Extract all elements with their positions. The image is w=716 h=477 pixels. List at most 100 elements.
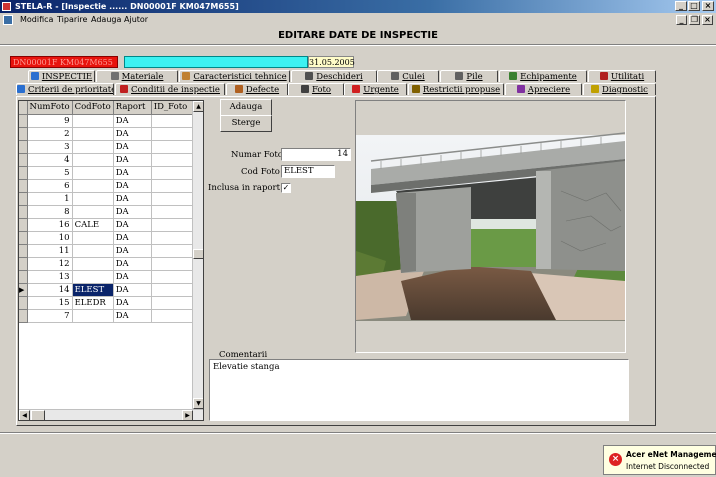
cod-foto-field[interactable]: ELEST: [281, 165, 335, 178]
cell-num[interactable]: 12: [27, 257, 73, 271]
row-indicator[interactable]: [19, 179, 28, 193]
row-indicator[interactable]: [19, 205, 28, 219]
column-header-numfoto[interactable]: NumFoto: [27, 101, 73, 115]
table-row[interactable]: 5DA3: [19, 166, 202, 180]
table-row[interactable]: 9DA3: [19, 114, 202, 128]
document-icon[interactable]: [3, 15, 13, 25]
cell-cod[interactable]: [72, 166, 114, 180]
table-row[interactable]: 10DA3: [19, 231, 202, 245]
cell-cod[interactable]: [72, 192, 114, 206]
cell-num[interactable]: 2: [27, 127, 73, 141]
grid-horizontal-scrollbar[interactable]: ◀ ▶: [19, 409, 203, 420]
cell-raport[interactable]: DA: [113, 218, 152, 232]
cell-cod[interactable]: ELEST: [72, 283, 114, 297]
inclusa-in-raport-checkbox[interactable]: ✓: [281, 183, 291, 193]
cell-cod[interactable]: [72, 114, 114, 128]
row-indicator[interactable]: [19, 309, 28, 323]
row-indicator[interactable]: [19, 192, 28, 206]
cell-raport[interactable]: DA: [113, 166, 152, 180]
scroll-up-icon[interactable]: ▲: [193, 101, 203, 112]
cell-raport[interactable]: DA: [113, 257, 152, 271]
table-row[interactable]: 1DA3: [19, 192, 202, 206]
cell-num[interactable]: 8: [27, 205, 73, 219]
table-row[interactable]: 11DA4: [19, 244, 202, 258]
cell-raport[interactable]: DA: [113, 179, 152, 193]
cell-cod[interactable]: [72, 153, 114, 167]
table-row[interactable]: 13DA4: [19, 270, 202, 284]
child-close-button[interactable]: ×: [702, 15, 713, 25]
row-indicator[interactable]: [19, 114, 28, 128]
close-button[interactable]: ×: [702, 1, 714, 11]
tab-inspectie[interactable]: INSPECTIE: [28, 70, 95, 82]
table-row[interactable]: 2DA3: [19, 127, 202, 141]
table-row[interactable]: 8DA3: [19, 205, 202, 219]
table-row[interactable]: 4DA3: [19, 153, 202, 167]
table-row[interactable]: 7DA3: [19, 309, 202, 323]
cell-raport[interactable]: DA: [113, 205, 152, 219]
tab-echipamente[interactable]: Echipamente: [499, 70, 587, 82]
cell-raport[interactable]: DA: [113, 270, 152, 284]
row-indicator[interactable]: [19, 257, 28, 271]
photo-grid[interactable]: NumFoto CodFoto Raport ID_Foto 9DA32DA33…: [18, 100, 204, 421]
row-indicator[interactable]: [19, 231, 28, 245]
comments-textarea[interactable]: Elevatie stanga: [209, 359, 629, 421]
row-indicator[interactable]: [19, 166, 28, 180]
cell-num[interactable]: 11: [27, 244, 73, 258]
cell-cod[interactable]: [72, 205, 114, 219]
tab-urgente[interactable]: Urgente: [344, 83, 407, 95]
table-row[interactable]: 15ELEDRDA4: [19, 296, 202, 310]
tab-apreciere[interactable]: Apreciere: [505, 83, 582, 95]
cell-num[interactable]: 4: [27, 153, 73, 167]
cell-cod[interactable]: [72, 244, 114, 258]
cell-cod[interactable]: ELEDR: [72, 296, 114, 310]
cell-num[interactable]: 15: [27, 296, 73, 310]
row-indicator[interactable]: [19, 153, 28, 167]
cell-cod[interactable]: [72, 140, 114, 154]
tab-deschideri[interactable]: Deschideri: [291, 70, 377, 82]
tab-conditii-de-inspectie[interactable]: Conditii de inspectie: [115, 83, 225, 95]
notification-toast[interactable]: × Acer eNet Managemen Internet Disconnec…: [603, 445, 716, 475]
cell-cod[interactable]: [72, 179, 114, 193]
column-header-raport[interactable]: Raport: [113, 101, 152, 115]
cell-raport[interactable]: DA: [113, 309, 152, 323]
menu-adauga[interactable]: Adauga: [91, 13, 121, 27]
scroll-thumb[interactable]: [193, 249, 203, 259]
tab-criterii-de-prioritate[interactable]: Criterii de prioritate: [16, 83, 114, 95]
tab-utilitati[interactable]: Utilitati: [588, 70, 656, 82]
child-minimize-button[interactable]: _: [676, 15, 687, 25]
cell-num[interactable]: 7: [27, 309, 73, 323]
cell-raport[interactable]: DA: [113, 231, 152, 245]
tab-materiale[interactable]: Materiale: [96, 70, 178, 82]
cell-num[interactable]: 13: [27, 270, 73, 284]
child-restore-button[interactable]: ❐: [689, 15, 700, 25]
cell-raport[interactable]: DA: [113, 127, 152, 141]
cell-cod[interactable]: CALE: [72, 218, 114, 232]
row-indicator[interactable]: ▶: [19, 283, 28, 297]
grid-vertical-scrollbar[interactable]: ▲ ▼: [192, 101, 203, 409]
cell-cod[interactable]: [72, 257, 114, 271]
cell-num[interactable]: 16: [27, 218, 73, 232]
cell-cod[interactable]: [72, 231, 114, 245]
cell-num[interactable]: 5: [27, 166, 73, 180]
cell-num[interactable]: 10: [27, 231, 73, 245]
menu-modifica[interactable]: Modifica: [20, 13, 53, 27]
cell-num[interactable]: 9: [27, 114, 73, 128]
cell-raport[interactable]: DA: [113, 283, 152, 297]
table-row[interactable]: ▶14ELESTDA4: [19, 283, 202, 297]
numar-foto-field[interactable]: 14: [281, 148, 351, 161]
cell-raport[interactable]: DA: [113, 296, 152, 310]
cell-cod[interactable]: [72, 127, 114, 141]
column-header-codfoto[interactable]: CodFoto: [72, 101, 114, 115]
row-indicator[interactable]: [19, 218, 28, 232]
table-row[interactable]: 3DA3: [19, 140, 202, 154]
tab-restrictii-propuse[interactable]: Restrictii propuse: [408, 83, 504, 95]
tab-foto[interactable]: Foto: [288, 83, 344, 95]
row-indicator[interactable]: [19, 244, 28, 258]
tab-pile[interactable]: Pile: [440, 70, 498, 82]
menu-ajutor[interactable]: Ajutor: [124, 13, 148, 27]
delete-button[interactable]: Sterge: [220, 115, 272, 132]
row-indicator[interactable]: [19, 140, 28, 154]
cell-num[interactable]: 6: [27, 179, 73, 193]
tab-defecte[interactable]: Defecte: [226, 83, 288, 95]
cell-raport[interactable]: DA: [113, 244, 152, 258]
